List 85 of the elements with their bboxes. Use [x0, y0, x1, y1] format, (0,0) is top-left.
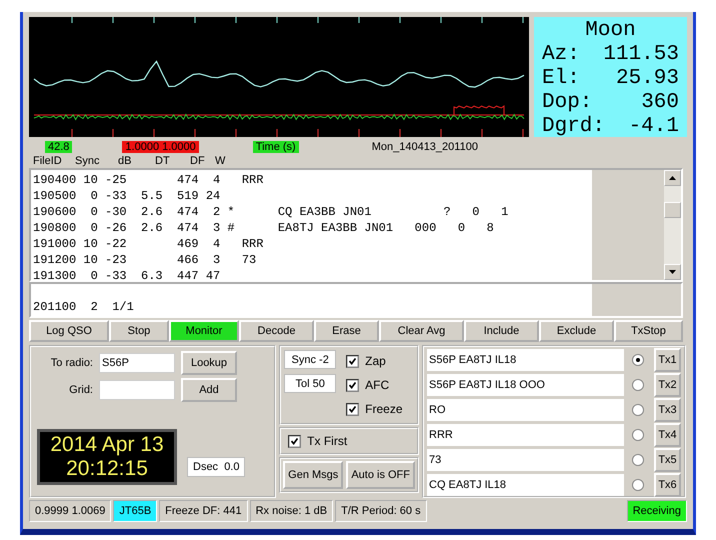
- action-button[interactable]: Auto is OFF: [346, 461, 415, 489]
- dsec-field[interactable]: Dsec 0.0: [187, 457, 246, 477]
- clock-time: 20:12:15: [66, 457, 148, 481]
- moon-value: -4.1: [628, 115, 679, 139]
- message-field[interactable]: 73: [427, 449, 624, 471]
- message-field[interactable]: CQ EA8TJ IL18: [427, 474, 624, 496]
- decode-line: 190500 0 -33 5.5 519 24: [33, 188, 222, 204]
- lookup-button[interactable]: Lookup: [181, 351, 237, 375]
- tx-button[interactable]: Tx5: [654, 448, 681, 472]
- status-cell: T/R Period: 60 s: [335, 500, 427, 522]
- message-field[interactable]: RRR: [427, 424, 624, 446]
- status-cell: Freeze DF: 441: [159, 500, 248, 522]
- toolbar-button[interactable]: TxStop: [614, 320, 683, 342]
- decode-line: 190800 0 -26 2.6 474 3 # EA8TJ EA3BB JN01 000 0 8: [33, 220, 495, 236]
- checkbox[interactable]: [288, 434, 302, 448]
- toolbar-button[interactable]: Erase: [314, 320, 379, 342]
- scroll-down-icon[interactable]: [664, 264, 681, 280]
- moon-value: 25.93: [616, 67, 679, 91]
- scrollbar[interactable]: [664, 170, 681, 280]
- moon-label: El:: [542, 67, 580, 91]
- decode-line: 191200 10 -23 466 3 73: [33, 252, 258, 268]
- checkbox[interactable]: [346, 402, 360, 416]
- checkbox-label: Freeze: [365, 402, 403, 416]
- field-label: Grid:: [68, 384, 93, 396]
- column-header: W: [215, 155, 226, 167]
- column-header: FileID: [32, 155, 63, 167]
- column-header: dB: [118, 155, 132, 167]
- field-label: To radio:: [50, 357, 93, 369]
- column-header: DT: [155, 155, 171, 167]
- add-button[interactable]: Add: [181, 378, 237, 402]
- moon-value: 360: [641, 91, 679, 115]
- radio-button[interactable]: [632, 429, 644, 441]
- scroll-thumb[interactable]: [664, 202, 681, 218]
- tx-button[interactable]: Tx4: [654, 423, 681, 447]
- tx-button[interactable]: Tx3: [654, 398, 681, 422]
- clock-date: 2014 Apr 13: [50, 433, 164, 457]
- toolbar-button[interactable]: Include: [464, 320, 539, 342]
- toolbar-button[interactable]: Clear Avg: [379, 320, 464, 342]
- average-line: 201100 2 1/1: [33, 299, 135, 315]
- toolbar-button[interactable]: Monitor: [169, 320, 239, 342]
- checkbox-label: AFC: [365, 378, 390, 392]
- status-cell: JT65B: [113, 500, 158, 522]
- grid-field[interactable]: [99, 380, 175, 400]
- tx-button[interactable]: Tx2: [654, 373, 681, 397]
- checkbox[interactable]: [346, 378, 360, 392]
- toolbar-button[interactable]: Log QSO: [29, 320, 109, 342]
- decode-line: 191000 10 -22 469 4 RRR: [33, 236, 264, 252]
- moon-label: Az:: [542, 43, 580, 67]
- plot-readout: 42.8: [45, 141, 72, 153]
- plot-readout: 1.0000 1.0000: [122, 141, 199, 153]
- radio-button[interactable]: [632, 379, 644, 391]
- checkbox[interactable]: [346, 354, 360, 368]
- plot-readout: Mon_140413_201100: [370, 141, 479, 153]
- status-indicator: Receiving: [626, 500, 687, 522]
- message-field[interactable]: RO: [427, 399, 624, 421]
- tol-field[interactable]: Tol 50: [284, 374, 336, 393]
- radio-button[interactable]: [632, 479, 644, 491]
- decode-line: 190600 0 -30 2.6 474 2 * CQ EA3BB JN01 ? 0 1: [33, 204, 510, 220]
- action-button[interactable]: Gen Msgs: [283, 461, 344, 489]
- moon-title: Moon: [584, 19, 637, 43]
- status-cell: 0.9999 1.0069: [29, 500, 112, 522]
- radio-button[interactable]: [632, 354, 644, 366]
- tx-button[interactable]: Tx6: [654, 473, 681, 497]
- message-field[interactable]: S56P EA8TJ IL18 OOO: [427, 374, 624, 396]
- radio-button[interactable]: [632, 404, 644, 416]
- toolbar-button[interactable]: Exclude: [539, 320, 614, 342]
- scroll-up-icon[interactable]: [664, 170, 681, 186]
- checkbox-label: Zap: [365, 354, 386, 368]
- column-header: Sync: [75, 155, 100, 167]
- checkbox-label: Tx First: [307, 434, 348, 448]
- radio-button[interactable]: [632, 454, 644, 466]
- toolbar-button[interactable]: Decode: [239, 320, 314, 342]
- plot-readout: Time (s): [252, 141, 299, 153]
- message-field[interactable]: S56P EA8TJ IL18: [427, 349, 624, 371]
- status-cell: Rx noise: 1 dB: [250, 500, 334, 522]
- moon-label: Dop:: [542, 91, 592, 115]
- call-field[interactable]: S56P: [99, 353, 175, 373]
- tx-button[interactable]: Tx1: [654, 348, 681, 372]
- decode-line: 190400 10 -25 474 4 RRR: [33, 172, 264, 188]
- column-header: DF: [190, 155, 206, 167]
- moon-value: 111.53: [603, 43, 679, 67]
- toolbar-button[interactable]: Stop: [109, 320, 169, 342]
- sync-field[interactable]: Sync -2: [284, 350, 336, 369]
- decode-line: 191300 0 -33 6.3 447 47: [33, 268, 222, 280]
- moon-label: Dgrd:: [542, 115, 606, 139]
